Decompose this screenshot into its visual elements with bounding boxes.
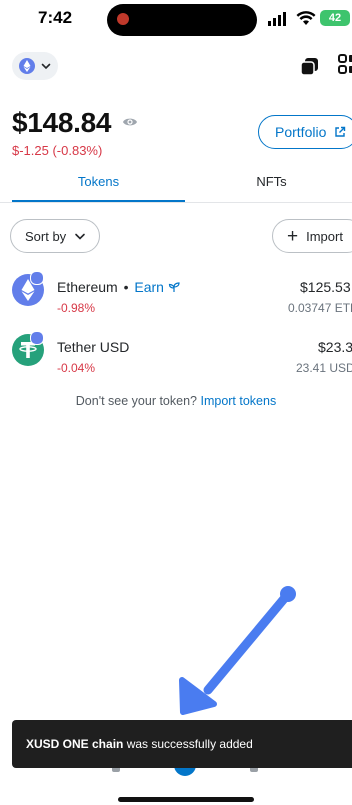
home-indicator[interactable] xyxy=(118,797,254,802)
success-toast: XUSD ONE chain was successfully added xyxy=(12,720,352,768)
toast-network-name: XUSD ONE chain xyxy=(26,737,124,751)
annotation-arrow xyxy=(179,586,296,715)
toast-message: was successfully added xyxy=(126,737,253,751)
